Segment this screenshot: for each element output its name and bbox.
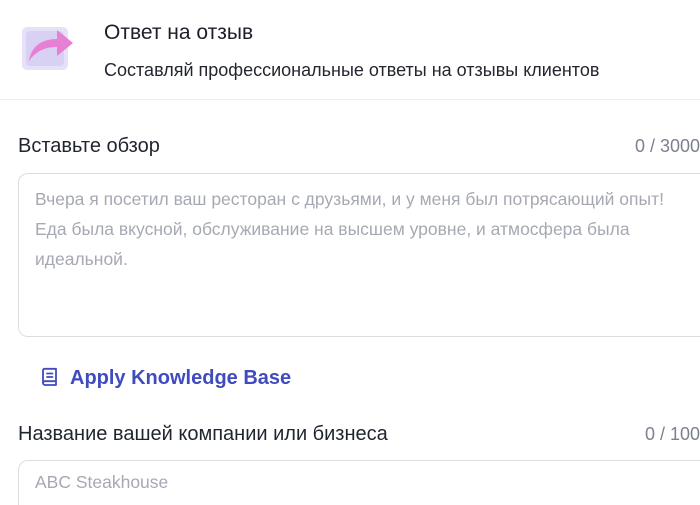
company-name-label: Название вашей компании или бизнеса — [18, 423, 388, 445]
page-title: Ответ на отзыв — [104, 21, 254, 44]
review-reply-page: Ответ на отзыв Составляй профессиональны… — [0, 0, 700, 505]
company-name-counter: 0 / 100 — [644, 424, 700, 444]
review-label: Вставьте обзор — [18, 135, 160, 157]
review-char-counter: 0 / 3000 — [634, 136, 700, 156]
reply-arrow-icon — [22, 27, 73, 70]
company-name-input[interactable] — [19, 461, 700, 505]
review-textarea[interactable]: Вчера я посетил ваш ресторан с друзьями,… — [18, 173, 700, 337]
apply-knowledge-base-label: Apply Knowledge Base — [70, 367, 292, 389]
company-name-field — [18, 460, 700, 505]
page-subtitle: Составляй профессиональные ответы на отз… — [104, 60, 600, 80]
review-placeholder: Вчера я посетил ваш ресторан с друзьями,… — [35, 189, 664, 269]
book-icon — [42, 367, 57, 386]
header: Ответ на отзыв Составляй профессиональны… — [0, 0, 700, 100]
apply-knowledge-base-button[interactable]: Apply Knowledge Base — [40, 364, 291, 392]
